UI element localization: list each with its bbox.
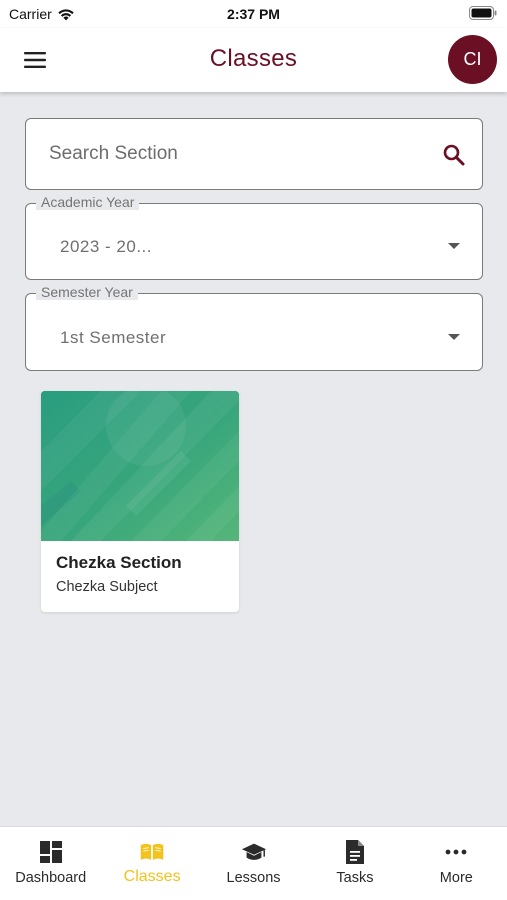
- app-header: Classes CI: [0, 28, 507, 92]
- bottom-navigation: Dashboard Classes Lessons Tasks More: [0, 826, 507, 900]
- nav-item-more[interactable]: More: [406, 827, 507, 900]
- graduation-cap-icon: [241, 843, 266, 860]
- semester-label: Semester Year: [36, 284, 138, 300]
- academic-year-select[interactable]: Academic Year 2023 - 20...: [25, 194, 483, 280]
- book-open-icon: [140, 843, 164, 860]
- status-time: 2:37 PM: [227, 6, 280, 22]
- search-input[interactable]: [49, 139, 429, 169]
- chevron-down-icon: [448, 334, 460, 340]
- chevron-down-icon: [448, 243, 460, 249]
- user-avatar[interactable]: CI: [448, 35, 497, 84]
- nav-item-lessons[interactable]: Lessons: [203, 827, 304, 900]
- nav-label-tasks: Tasks: [336, 870, 374, 886]
- class-subject-name: Chezka Subject: [56, 579, 158, 595]
- semester-select[interactable]: Semester Year 1st Semester: [25, 284, 483, 371]
- nav-label-lessons: Lessons: [226, 870, 281, 886]
- nav-item-classes[interactable]: Classes: [101, 827, 202, 900]
- more-dots-icon: [445, 849, 467, 855]
- class-card[interactable]: Chezka Section Chezka Subject: [41, 391, 239, 612]
- nav-item-tasks[interactable]: Tasks: [304, 827, 405, 900]
- nav-label-classes: Classes: [123, 868, 181, 885]
- semester-value: 1st Semester: [60, 328, 167, 347]
- class-section-name: Chezka Section: [56, 553, 182, 572]
- nav-label-dashboard: Dashboard: [15, 870, 87, 886]
- document-icon: [345, 840, 364, 864]
- academic-year-value: 2023 - 20...: [60, 237, 153, 256]
- battery-icon: [469, 6, 497, 20]
- status-bar: Carrier 2:37 PM: [0, 0, 507, 28]
- dashboard-icon: [39, 841, 62, 863]
- nav-item-dashboard[interactable]: Dashboard: [0, 827, 101, 900]
- avatar-initials: CI: [463, 49, 482, 69]
- academic-year-label: Academic Year: [36, 194, 140, 210]
- nav-label-more: More: [439, 870, 473, 886]
- search-section-field: [25, 118, 483, 190]
- page-title: Classes: [209, 45, 298, 72]
- class-card-banner: [41, 391, 239, 541]
- search-icon[interactable]: [442, 143, 466, 167]
